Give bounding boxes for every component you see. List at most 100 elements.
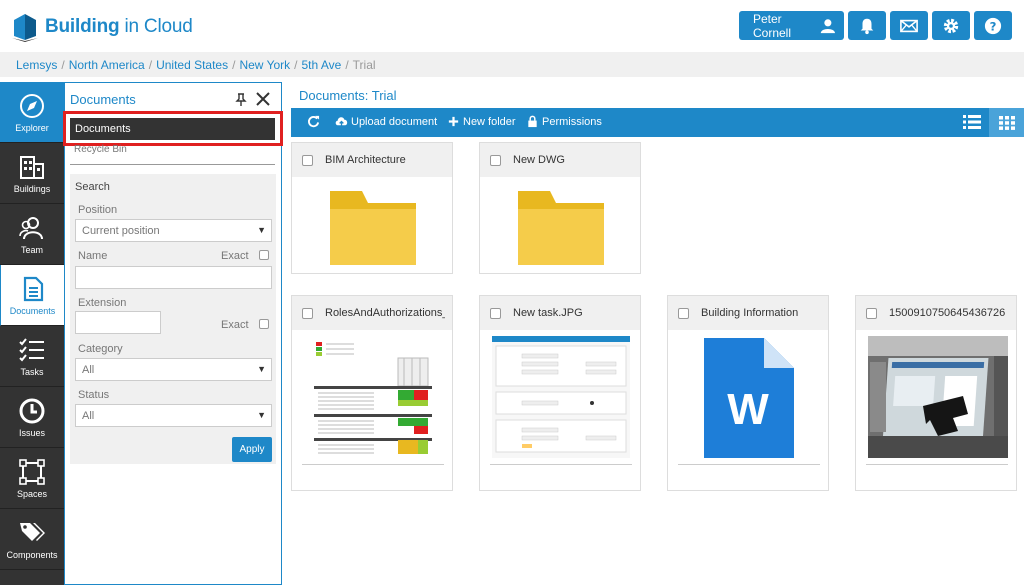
divider xyxy=(70,164,275,165)
breadcrumb-item[interactable]: North America xyxy=(69,58,145,72)
folder-card[interactable]: BIM Architecture xyxy=(291,142,453,274)
close-icon[interactable] xyxy=(255,91,271,107)
card-checkbox[interactable] xyxy=(490,154,501,166)
nav-label: Spaces xyxy=(16,488,48,499)
bell-icon xyxy=(860,18,874,34)
nav-documents[interactable]: Documents xyxy=(0,265,64,326)
page-title: Documents: Trial xyxy=(299,88,397,103)
user-name: Peter Cornell xyxy=(753,11,792,40)
file-card[interactable]: 1500910750645436726 xyxy=(855,295,1017,491)
tree-item-documents[interactable]: Documents xyxy=(70,118,275,140)
user-menu-button[interactable]: Peter Cornell xyxy=(739,11,844,40)
lock-icon xyxy=(528,115,537,128)
messages-button[interactable] xyxy=(890,11,928,40)
nav-label: Buildings xyxy=(13,183,51,194)
tasks-icon xyxy=(19,337,44,361)
form-thumbnail xyxy=(492,336,630,458)
card-divider xyxy=(866,464,1008,465)
card-checkbox[interactable] xyxy=(866,307,877,319)
breadcrumb-item[interactable]: 5th Ave xyxy=(302,58,342,72)
toolbar: Upload document New folder Permissions xyxy=(291,108,1024,137)
nav-explorer[interactable]: Explorer xyxy=(0,82,64,143)
refresh-button[interactable] xyxy=(307,115,320,128)
file-card[interactable]: RolesAndAuthorizations_I xyxy=(291,295,453,491)
nav-buildings[interactable]: Buildings xyxy=(0,143,64,204)
folder-icon xyxy=(330,191,416,265)
settings-button[interactable] xyxy=(932,11,970,40)
breadcrumb-item[interactable]: Lemsys xyxy=(16,58,57,72)
help-button[interactable]: ? xyxy=(974,11,1012,40)
nav-components[interactable]: Components xyxy=(0,509,64,570)
card-checkbox[interactable] xyxy=(678,307,689,319)
card-header: Building Information xyxy=(668,296,828,330)
nav-spaces[interactable]: Spaces xyxy=(0,448,64,509)
breadcrumb-item[interactable]: United States xyxy=(156,58,228,72)
nav-label: Team xyxy=(20,244,43,255)
nav-label: Documents xyxy=(9,305,56,316)
folder-icon xyxy=(518,191,604,265)
position-select[interactable]: Current position ▼ xyxy=(75,219,272,242)
app-header: Building in Cloud Peter Cornell ? xyxy=(0,0,1024,52)
card-divider xyxy=(678,464,820,465)
pin-icon[interactable] xyxy=(235,93,247,107)
card-divider xyxy=(302,464,444,465)
panel-title: Documents xyxy=(70,92,136,107)
folder-card[interactable]: New DWG xyxy=(479,142,641,274)
spaces-icon xyxy=(19,458,45,485)
exact-label: Exact xyxy=(221,250,249,262)
issues-icon xyxy=(19,398,45,423)
mail-icon xyxy=(900,19,918,32)
nav-team[interactable]: Team xyxy=(0,204,64,265)
nav-label: Components xyxy=(6,549,58,560)
breadcrumb-item[interactable]: New York xyxy=(239,58,290,72)
permissions-button[interactable]: Permissions xyxy=(526,115,602,128)
nav-issues[interactable]: Issues xyxy=(0,387,64,448)
status-select[interactable]: All ▼ xyxy=(75,404,272,427)
permissions-label: Permissions xyxy=(542,115,602,128)
nav-label: Explorer xyxy=(15,122,49,133)
breadcrumb: Lemsys / North America / United States / Ne… xyxy=(0,52,1024,77)
notifications-button[interactable] xyxy=(848,11,886,40)
plus-icon xyxy=(448,116,459,127)
tree-item-recycle-bin[interactable]: Recycle Bin xyxy=(74,144,127,155)
upload-label: Upload document xyxy=(351,115,438,128)
extension-input[interactable] xyxy=(75,311,161,334)
app-logo[interactable]: Building in Cloud xyxy=(10,12,193,42)
name-exact-checkbox[interactable] xyxy=(259,250,269,260)
category-select[interactable]: All ▼ xyxy=(75,358,272,381)
documents-panel: Documents Documents Recycle Bin Search P… xyxy=(63,82,283,585)
nav-tasks[interactable]: Tasks xyxy=(0,326,64,387)
breadcrumb-current: Trial xyxy=(352,57,376,72)
card-header: BIM Architecture xyxy=(292,143,452,177)
main-nav: Explorer Buildings Team Documents Tasks … xyxy=(0,82,64,585)
extension-label: Extension xyxy=(78,297,127,309)
refresh-icon xyxy=(308,115,320,128)
card-name: RolesAndAuthorizations_I xyxy=(325,307,445,319)
photo-thumbnail xyxy=(868,336,1008,458)
grid-view-button[interactable] xyxy=(989,108,1024,137)
upload-document-button[interactable]: Upload document xyxy=(335,115,437,128)
apply-button[interactable]: Apply xyxy=(232,437,272,462)
new-folder-button[interactable]: New folder xyxy=(447,115,516,128)
svg-text:W: W xyxy=(727,385,769,434)
document-icon xyxy=(23,276,43,301)
card-header: 1500910750645436726 xyxy=(856,296,1016,330)
status-label: Status xyxy=(78,389,110,401)
category-label: Category xyxy=(78,343,123,355)
card-checkbox[interactable] xyxy=(302,307,313,319)
search-form: Search Position Current position ▼ Name E… xyxy=(70,174,276,464)
nav-label: Tasks xyxy=(20,366,44,377)
card-checkbox[interactable] xyxy=(302,154,313,166)
list-view-icon[interactable] xyxy=(963,114,981,130)
card-name: New task.JPG xyxy=(513,307,583,319)
card-name: Building Information xyxy=(701,307,799,319)
card-checkbox[interactable] xyxy=(490,307,501,319)
file-card[interactable]: Building Information W xyxy=(667,295,829,491)
grid-view-icon xyxy=(998,115,1015,130)
extension-exact-checkbox[interactable] xyxy=(259,319,269,329)
spreadsheet-thumbnail xyxy=(314,336,432,458)
team-icon xyxy=(19,216,43,239)
building-logo-icon xyxy=(12,14,38,42)
name-input[interactable] xyxy=(75,266,272,289)
file-card[interactable]: New task.JPG xyxy=(479,295,641,491)
